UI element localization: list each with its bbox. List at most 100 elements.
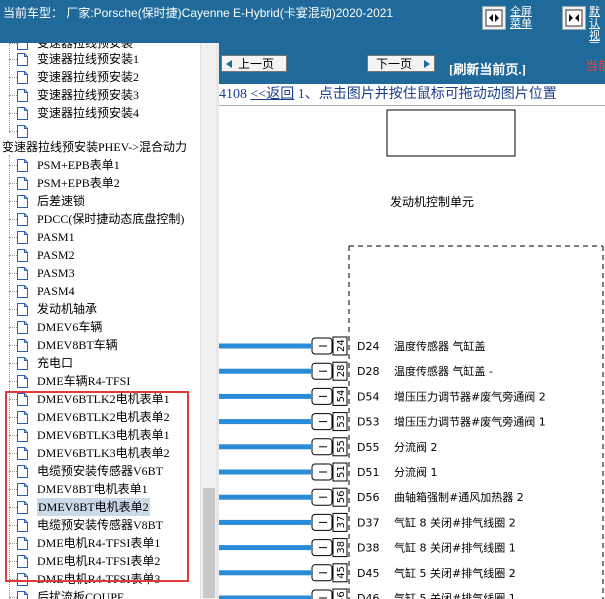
- pin-row[interactable]: 56 D56 曲轴箱强制#通风加热器 2: [219, 487, 524, 507]
- wire[interactable]: [219, 444, 311, 450]
- pin-number: 56: [336, 490, 347, 503]
- document-icon: [17, 357, 28, 370]
- wiring-tree: 变速器拉线预安装 变速器拉线预安装1 变速器拉线预安装2 变速器拉线预安装3 变速器拉线…: [0, 43, 200, 599]
- prev-page-button[interactable]: 上一页: [221, 55, 287, 72]
- tree-branch-line: [9, 59, 17, 60]
- document-icon: [17, 267, 28, 280]
- current-label: 当前: [585, 58, 605, 73]
- drag-hint: 1、点击图片并按住鼠标可拖动动图片位置: [297, 87, 557, 102]
- tree-item-label: DMEV8BT车辆: [37, 338, 118, 352]
- wire[interactable]: [219, 494, 311, 500]
- tree-group-label: 变速器拉线预安装PHEV->混合动力: [2, 140, 187, 154]
- tree-item-label: 充电口: [37, 356, 74, 370]
- pin-description: 气缸 5 关闭#排气线圈 1: [394, 591, 516, 599]
- pin-description: 气缸 8 关闭#排气线圈 2: [394, 515, 516, 529]
- pin-row[interactable]: 51 D51 分流阀 1: [219, 462, 438, 482]
- tree-item-label: PSM+EPB表单1: [37, 158, 120, 172]
- page-code: 4108: [219, 87, 247, 102]
- tree-scrollbar[interactable]: [200, 43, 217, 599]
- pin-description: 温度传感器 气缸盖 -: [394, 364, 493, 378]
- scrollbar-thumb[interactable]: [203, 488, 215, 598]
- pin-row[interactable]: 55 D55 分流阀 2: [219, 437, 438, 457]
- document-icon: [17, 375, 28, 388]
- next-page-label: 下一页: [376, 57, 413, 71]
- wire[interactable]: [219, 393, 311, 399]
- tree-line: [9, 43, 10, 133]
- wire[interactable]: [219, 343, 311, 349]
- pin-number: 51: [336, 465, 347, 478]
- document-icon: [17, 107, 28, 120]
- tree-item-label: 变速器拉线预安装4: [37, 106, 140, 120]
- document-icon: [17, 339, 28, 352]
- pin-code: D37: [357, 516, 379, 529]
- pin-row[interactable]: 37 D37 气缸 8 关闭#排气线圈 2: [219, 512, 516, 532]
- highlight-box: [5, 391, 189, 582]
- default-label-1: 默认: [589, 6, 600, 30]
- pin-description: 分流阀 1: [394, 465, 438, 479]
- tree-branch-line: [9, 237, 17, 238]
- tree-branch-line: [9, 291, 17, 292]
- tree-branch-line: [9, 327, 17, 328]
- document-icon: [17, 303, 28, 316]
- tree-branch-line: [9, 219, 17, 220]
- document-icon: [17, 321, 28, 334]
- tree-branch-line: [9, 113, 17, 114]
- pin-row[interactable]: 38 D38 气缸 8 关闭#排气线圈 1: [219, 538, 516, 558]
- content-panel: 上一页 下一页 [刷新当前页.] 当前 4108 <<返回 1、点击图片并按住鼠…: [219, 43, 605, 599]
- pin-number: 55: [336, 440, 347, 453]
- document-icon: [17, 195, 28, 208]
- refresh-link[interactable]: [刷新当前页.]: [449, 59, 526, 78]
- document-icon: [17, 53, 28, 66]
- tree-branch-line: [9, 273, 17, 274]
- tree-item-label: DMEV6车辆: [37, 320, 103, 334]
- next-page-button[interactable]: 下一页: [367, 55, 435, 72]
- tree-branch-line: [9, 77, 17, 78]
- fullscreen-menu-link[interactable]: 全屏 菜单: [510, 6, 532, 30]
- wire[interactable]: [219, 595, 311, 599]
- wire[interactable]: [219, 545, 311, 551]
- pin-number: 53: [336, 415, 347, 428]
- pin-row[interactable]: 45 D45 气缸 5 关闭#排气线圈 2: [219, 563, 516, 583]
- tree-item-label: 变速器拉线预安装3: [37, 88, 140, 102]
- tree-item-label: 变速器拉线预安装1: [37, 52, 140, 66]
- fullscreen-button[interactable]: [482, 6, 506, 30]
- pin-number: 37: [336, 516, 347, 529]
- pin-number: 54: [336, 390, 347, 403]
- tree-item-label: 后差速锁: [37, 194, 86, 208]
- pin-row[interactable]: 53 D53 增压压力调节器#废气旁通阀 1: [219, 412, 546, 432]
- tree-item-label: PASM2: [37, 248, 75, 262]
- tree-branch-line: [9, 345, 17, 346]
- wiring-diagram[interactable]: 发动机控制单元 24 D24 温度传感器 气缸盖 28 D28 温度传感器 气缸盖 - 54…: [219, 106, 605, 599]
- top-bar: 当前车型： 厂家:Porsche(保时捷)Cayenne E-Hybrid(卡宴…: [0, 0, 605, 54]
- tree-item-label: 变速器拉线预安装2: [37, 70, 140, 84]
- document-icon: [17, 43, 28, 50]
- info-row: 4108 <<返回 1、点击图片并按住鼠标可拖动动图片位置: [219, 84, 605, 106]
- wire[interactable]: [219, 419, 311, 425]
- document-icon: [17, 177, 28, 190]
- tree-branch-line: [9, 43, 17, 44]
- pin-number: 24: [336, 339, 347, 352]
- pin-number: 46: [336, 591, 347, 599]
- pin-row[interactable]: 28 D28 温度传感器 气缸盖 -: [219, 361, 493, 381]
- tree-branch-line: [9, 201, 17, 202]
- pin-code: D56: [357, 491, 379, 504]
- wire[interactable]: [219, 570, 311, 576]
- wire[interactable]: [219, 469, 311, 475]
- arrow-right-icon: [424, 60, 430, 68]
- tree-branch-line: [9, 95, 17, 96]
- pin-row[interactable]: 46 D46 气缸 5 关闭#排气线圈 1: [219, 588, 516, 599]
- back-link[interactable]: <<返回: [251, 87, 295, 102]
- pin-number: 38: [336, 541, 347, 554]
- pin-row[interactable]: 54 D54 增压压力调节器#废气旁通阀 2: [219, 386, 546, 406]
- pin-code: D46: [357, 592, 379, 599]
- wire[interactable]: [219, 368, 311, 374]
- tree-branch-line: [9, 183, 17, 184]
- wire[interactable]: [219, 519, 311, 525]
- pin-code: D53: [357, 416, 379, 429]
- tree-item-label: 后扰流板COUPE: [37, 590, 125, 599]
- pin-description: 分流阀 2: [394, 440, 438, 454]
- pin-number: 28: [336, 364, 347, 377]
- tree-item-label: PDCC(保时捷动态底盘控制): [37, 212, 185, 226]
- pin-row[interactable]: 24 D24 温度传感器 气缸盖: [219, 336, 486, 356]
- default-view-button[interactable]: [562, 6, 586, 30]
